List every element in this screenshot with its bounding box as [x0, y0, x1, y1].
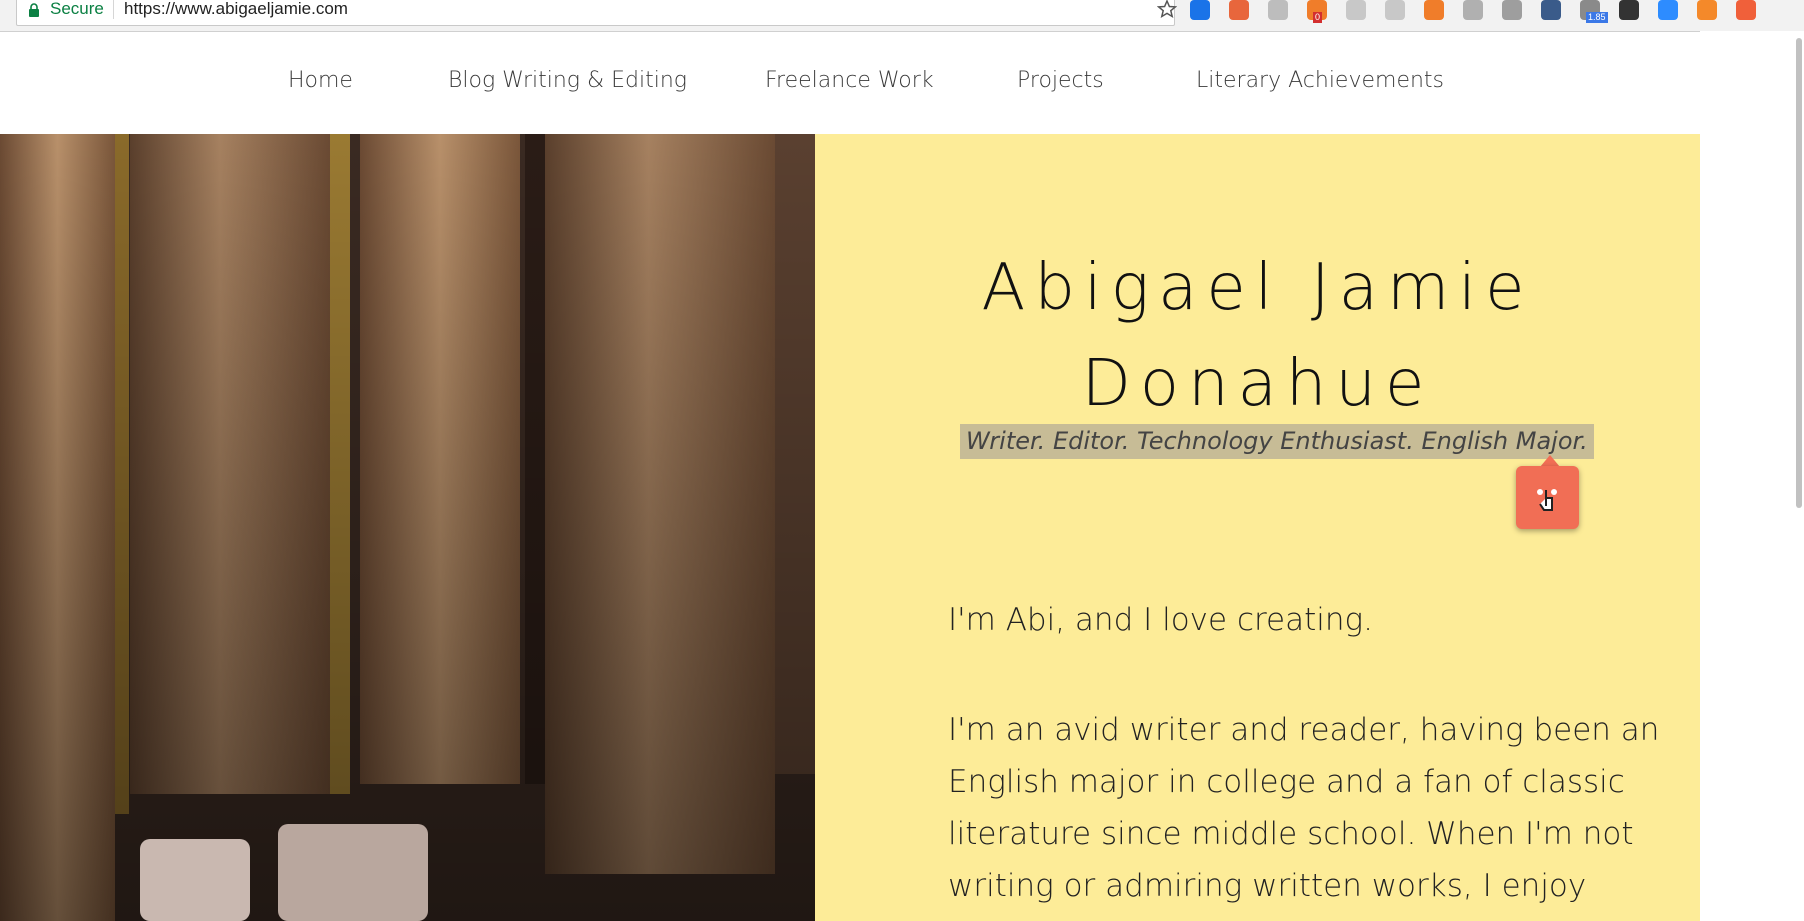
book-spines-illustration: [0, 134, 815, 921]
speed-ext-badge: 1.85: [1586, 12, 1608, 23]
phone-ext-badge: 0: [1313, 12, 1323, 23]
hubspot-orange-icon[interactable]: [1424, 0, 1444, 20]
url-text[interactable]: https://www.abigaeljamie.com: [124, 0, 348, 19]
scrollbar[interactable]: [1796, 38, 1802, 508]
page-margin: [1700, 31, 1804, 921]
hubspot-gray-icon[interactable]: [1463, 0, 1483, 20]
nav-literary-achievements[interactable]: Literary Achievements: [1196, 68, 1444, 93]
intro-heading: I'm Abi, and I love creating.: [948, 602, 1373, 638]
mail-ext-icon[interactable]: [1346, 0, 1366, 20]
omnibox-separator: [113, 0, 114, 19]
site-navigation: Home Blog Writing & Editing Freelance Wo…: [0, 60, 1800, 110]
json-ext-icon[interactable]: [1268, 0, 1288, 20]
orange-square-ext-icon[interactable]: [1697, 0, 1717, 20]
bio-line: writing or admiring written works, I enj…: [948, 868, 1587, 904]
share-selection-button[interactable]: [1516, 466, 1579, 529]
title-line-2: Donahue: [1081, 347, 1434, 421]
title-line-1: Abigael Jamie: [981, 251, 1534, 325]
hand-ext-icon[interactable]: [1619, 0, 1639, 20]
bio-paragraph: I'm an avid writer and reader, having be…: [948, 704, 1660, 912]
hubspot-sales-icon[interactable]: [1229, 0, 1249, 20]
hand-pointer-icon: [1537, 489, 1557, 511]
bookmark-star-icon[interactable]: [1157, 0, 1177, 19]
nav-projects[interactable]: Projects: [1017, 68, 1104, 93]
nav-freelance-work[interactable]: Freelance Work: [765, 68, 934, 93]
nav-blog-writing-editing[interactable]: Blog Writing & Editing: [448, 68, 687, 93]
nav-home[interactable]: Home: [288, 68, 353, 93]
bio-line: I'm an avid writer and reader, having be…: [948, 712, 1660, 748]
books-hero-image: [0, 134, 815, 921]
address-bar[interactable]: Secure https://www.abigaeljamie.com: [16, 0, 1177, 26]
zoom-ext-icon[interactable]: [1658, 0, 1678, 20]
circle-ext-icon[interactable]: [1190, 0, 1210, 20]
tagline-selected-text: Writer. Editor. Technology Enthusiast. E…: [960, 424, 1594, 459]
secure-label: Secure: [50, 0, 104, 18]
gray-square-ext-icon[interactable]: [1502, 0, 1522, 20]
page-title: Abigael Jamie Donahue: [815, 240, 1700, 432]
bio-line: literature since middle school. When I'm…: [948, 816, 1634, 852]
lock-icon: [29, 3, 39, 17]
hubspot-round-icon[interactable]: [1736, 0, 1756, 20]
browser-toolbar: Secure https://www.abigaeljamie.com 0 1.8…: [0, 0, 1804, 32]
pen-ext-icon[interactable]: [1541, 0, 1561, 20]
chrome-ext-icon[interactable]: [1385, 0, 1405, 20]
bio-line: English major in college and a fan of cl…: [948, 764, 1625, 800]
